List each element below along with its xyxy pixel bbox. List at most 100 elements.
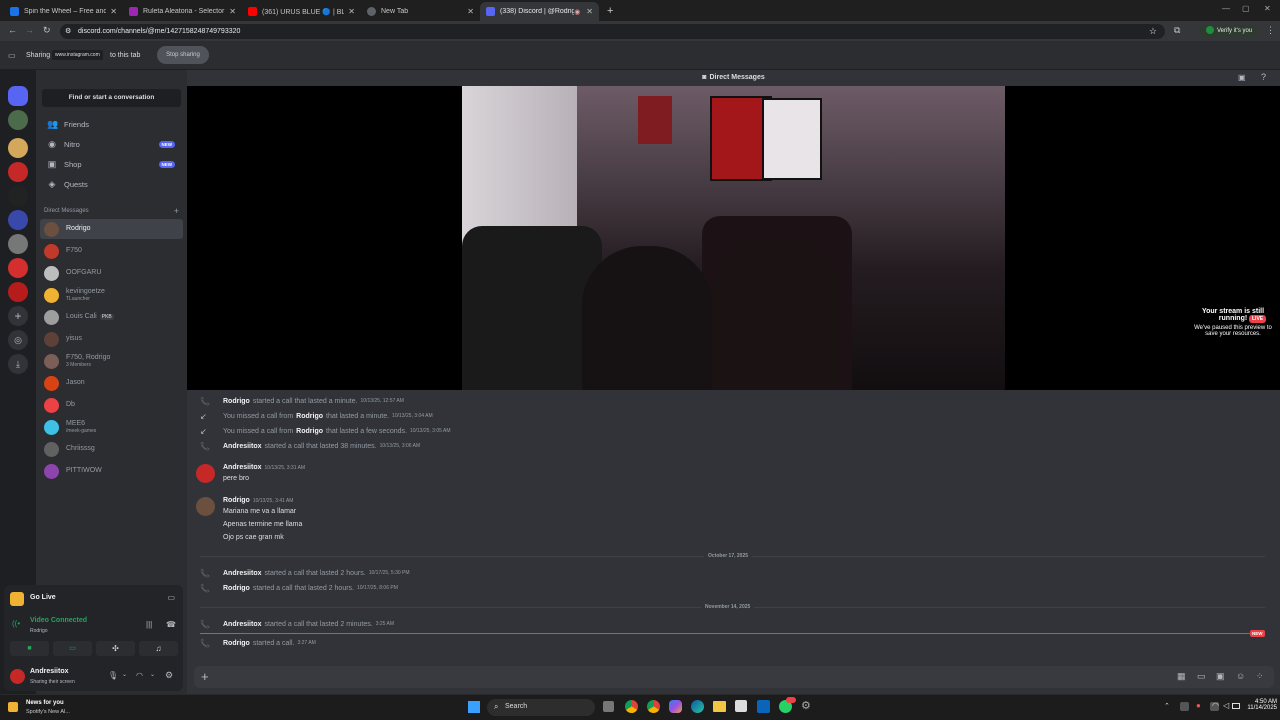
url-field[interactable]: ⚙ discord.com/channels/@me/1427158248749… [60, 24, 1165, 39]
create-dm-icon[interactable]: + [174, 206, 179, 216]
dm-item[interactable]: Louis Cali PKB [40, 307, 183, 327]
copilot-icon[interactable] [669, 700, 682, 713]
message-author[interactable]: Andresiitox [223, 443, 262, 450]
server-icon[interactable] [8, 186, 28, 206]
server-icon[interactable] [8, 258, 28, 278]
message-author[interactable]: Rodrigo [296, 413, 323, 420]
browser-tab[interactable]: New Tab ✕ [361, 2, 480, 21]
taskbar-search[interactable]: ⌕ Search [487, 699, 595, 716]
nav-quests[interactable]: ◈ Quests [44, 175, 183, 193]
account-row[interactable]: Andresiitox Sharing their screen 🎙 ⌄ ◠ ⌄… [10, 665, 177, 687]
message-author[interactable]: Rodrigo [296, 428, 323, 435]
server-icon[interactable] [8, 162, 28, 182]
soundboard-button[interactable]: ♫ [139, 641, 178, 656]
wifi-icon[interactable]: ◠ [1212, 701, 1219, 710]
dm-item[interactable]: yisus [40, 329, 183, 349]
server-icon[interactable] [8, 138, 28, 158]
nav-friends[interactable]: 👥 Friends [44, 115, 183, 133]
message-author[interactable]: Rodrigo [223, 585, 250, 592]
headphones-icon[interactable]: ◠ [136, 671, 143, 680]
dm-item[interactable]: F750, Rodrigo 3 Members [40, 351, 183, 371]
chevron-down-icon[interactable]: ⌄ [150, 671, 155, 678]
camera-button[interactable]: ■ [10, 641, 49, 656]
forward-icon[interactable]: → [25, 25, 34, 35]
tray-app-icon[interactable] [1180, 702, 1189, 711]
store-icon[interactable] [735, 700, 747, 712]
dm-item[interactable]: F750 [40, 241, 183, 261]
gif-icon[interactable]: ▭ [1197, 671, 1206, 682]
stop-sharing-button[interactable]: Stop sharing [157, 46, 209, 64]
dm-item[interactable]: PITTIWOW [40, 461, 183, 481]
message-author[interactable]: Andresiitox [223, 621, 262, 628]
disconnect-icon[interactable]: ☎ [166, 620, 176, 629]
gear-icon[interactable]: ⚙ [165, 670, 173, 681]
message-author[interactable]: Andresiitox [223, 464, 262, 471]
activities-button[interactable]: ✣ [96, 641, 135, 656]
browser-tab-active[interactable]: (338) Discord | @Rodrigo ◉ ✕ [480, 2, 599, 21]
go-live-row[interactable]: Go Live ▭ [10, 590, 177, 608]
stream-viewport[interactable]: Your stream is still running! We've paus… [187, 86, 1280, 390]
message-author[interactable]: Rodrigo [223, 640, 250, 647]
chrome-profile-icon[interactable] [647, 700, 660, 713]
profile-button[interactable]: Verify it's you [1200, 25, 1259, 37]
nav-nitro[interactable]: ◉ Nitro NEW [44, 135, 183, 153]
dm-item[interactable]: MEE6/meek-games [40, 417, 183, 437]
site-info-icon[interactable]: ⚙ [65, 24, 71, 39]
maximize-icon[interactable]: ▢ [1242, 4, 1250, 13]
volume-icon[interactable]: ◁ [1223, 701, 1229, 710]
server-icon[interactable] [8, 210, 28, 230]
attach-plus-icon[interactable]: + [201, 669, 209, 684]
browser-tab[interactable]: Spin the Wheel – Free and easy ✕ [4, 2, 123, 21]
server-icon[interactable] [8, 110, 28, 130]
find-conversation-button[interactable]: Find or start a conversation [42, 89, 181, 107]
gift-icon[interactable]: ▦ [1177, 671, 1186, 682]
extensions-icon[interactable]: ⧉ [1174, 25, 1180, 36]
emoji-icon[interactable]: ☺ [1236, 671, 1245, 681]
discord-home-icon[interactable] [8, 86, 28, 106]
back-icon[interactable]: ← [8, 25, 17, 35]
chrome-icon[interactable] [625, 700, 638, 713]
dm-item[interactable]: Rodrigo [40, 219, 183, 239]
new-tab-button[interactable]: + [599, 2, 621, 21]
close-window-icon[interactable]: ✕ [1264, 4, 1271, 13]
message-author[interactable]: Rodrigo [223, 497, 250, 504]
task-view-icon[interactable] [603, 701, 614, 712]
minimize-icon[interactable]: — [1222, 4, 1230, 13]
dm-item[interactable]: OOFGARU [40, 263, 183, 283]
close-tab-icon[interactable]: ✕ [467, 7, 474, 16]
download-icon[interactable]: ⤓ [8, 354, 28, 374]
server-icon[interactable] [8, 234, 28, 254]
avatar[interactable] [196, 464, 215, 483]
share-screen-button[interactable]: ▭ [53, 641, 92, 656]
discover-icon[interactable]: ◎ [8, 330, 28, 350]
server-icon[interactable] [8, 282, 28, 302]
nav-shop[interactable]: ▣ Shop NEW [44, 155, 183, 173]
browser-tab[interactable]: (361) URUS BLUE 🔵 | BLESSD ✕ [242, 2, 361, 21]
add-server-icon[interactable]: + [8, 306, 28, 326]
menu-kebab-icon[interactable]: ⋮ [1266, 25, 1275, 36]
file-explorer-icon[interactable] [713, 701, 726, 712]
tray-chevron-icon[interactable]: ⌃ [1164, 702, 1170, 710]
edge-icon[interactable] [691, 700, 704, 713]
chevron-down-icon[interactable]: ⌄ [122, 671, 127, 678]
message-composer[interactable]: + ▦ ▭ ▣ ☺ ⁘ [194, 666, 1274, 688]
close-tab-icon[interactable]: ✕ [229, 7, 236, 16]
windows-start-icon[interactable] [468, 701, 480, 713]
bookmark-star-icon[interactable]: ☆ [1149, 24, 1157, 39]
close-tab-icon[interactable]: ✕ [586, 7, 593, 16]
settings-app-icon[interactable]: ⚙ [801, 699, 811, 712]
clock[interactable]: 4:50 AM 11/14/2025 [1237, 699, 1277, 711]
outlook-icon[interactable] [757, 700, 770, 713]
inbox-icon[interactable]: ▣ [1238, 73, 1246, 82]
dm-item[interactable]: Chriisssg [40, 439, 183, 459]
reload-icon[interactable]: ↻ [43, 25, 51, 36]
apps-icon[interactable]: ⁘ [1256, 671, 1264, 682]
browser-tab[interactable]: Ruleta Aleatoria - Selector Pers ✕ [123, 2, 242, 21]
dm-item[interactable]: Jason [40, 373, 183, 393]
close-tab-icon[interactable]: ✕ [348, 7, 355, 16]
help-icon[interactable]: ? [1261, 72, 1266, 82]
screen-icon[interactable]: ▭ [167, 593, 175, 602]
avatar[interactable] [196, 497, 215, 516]
sticker-icon[interactable]: ▣ [1216, 671, 1225, 682]
dm-item[interactable]: Db [40, 395, 183, 415]
